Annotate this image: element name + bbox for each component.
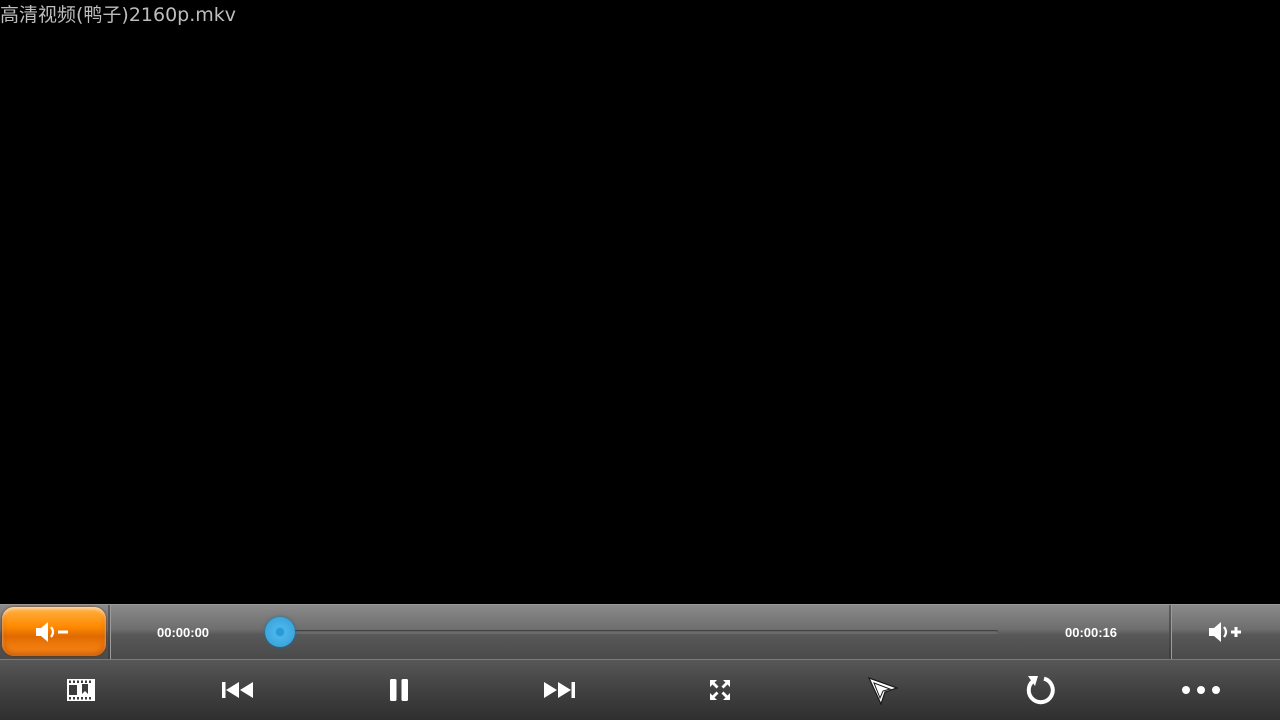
volume-up-icon: [1209, 622, 1241, 642]
video-surface[interactable]: 高清视频(鸭子)2160p.mkv: [0, 0, 1280, 604]
next-button[interactable]: [479, 660, 639, 720]
progress-bar: 00:00:00 00:00:16: [0, 604, 1280, 659]
skip-next-icon: [544, 682, 575, 698]
volume-down-button[interactable]: [2, 607, 106, 656]
seek-thumb[interactable]: [265, 617, 295, 647]
more-dots-icon: [1182, 686, 1220, 694]
divider: [1169, 605, 1172, 659]
fullscreen-button[interactable]: [640, 660, 800, 720]
fullscreen-icon: [710, 680, 730, 700]
volume-up-button[interactable]: [1174, 605, 1280, 659]
divider: [108, 605, 111, 659]
film-bookmark-icon: [67, 679, 95, 701]
playlist-button[interactable]: [1, 660, 161, 720]
control-bar: [0, 659, 1280, 720]
repeat-button[interactable]: [960, 660, 1120, 720]
pause-icon: [390, 679, 408, 701]
refresh-icon: [1026, 676, 1055, 705]
more-button[interactable]: [1121, 660, 1280, 720]
total-time: 00:00:16: [1065, 625, 1118, 640]
pause-button[interactable]: [319, 660, 479, 720]
seek-bar[interactable]: [280, 630, 998, 634]
video-title: 高清视频(鸭子)2160p.mkv: [0, 4, 237, 26]
volume-down-icon: [36, 621, 68, 642]
cursor-pointer-icon: [867, 676, 899, 706]
current-time: 00:00:00: [157, 625, 210, 640]
previous-button[interactable]: [158, 660, 318, 720]
pointer-button[interactable]: [803, 660, 963, 720]
skip-previous-icon: [222, 682, 253, 698]
